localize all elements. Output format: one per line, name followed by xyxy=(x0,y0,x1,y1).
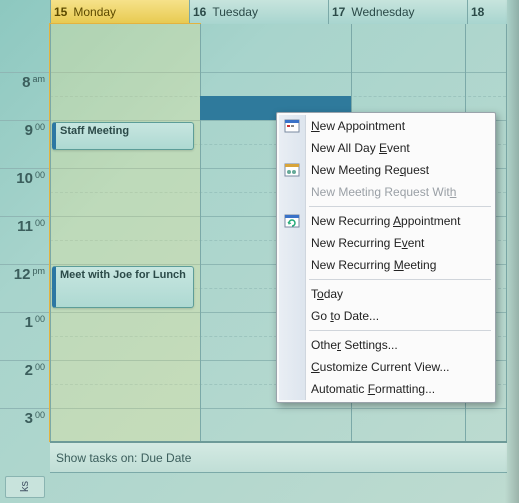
menu-new-appointment[interactable]: New Appointment xyxy=(279,115,493,137)
calendar-day-icon xyxy=(284,118,300,134)
menu-label: Customize Current View... xyxy=(311,360,450,374)
right-edge-shadow xyxy=(505,0,519,503)
hour-label: 12pm xyxy=(0,264,50,312)
hour-label: 8am xyxy=(0,72,50,120)
day-number: 16 xyxy=(193,5,212,19)
event-meet-joe-lunch[interactable]: Meet with Joe for Lunch xyxy=(52,266,194,308)
menu-automatic-formatting[interactable]: Automatic Formatting... xyxy=(279,378,493,400)
day-header-row: 15 Monday 16 Tuesday 17 Wednesday 18 xyxy=(50,0,507,24)
menu-label: New Meeting Request With xyxy=(311,185,456,199)
hour-label: 900 xyxy=(0,120,50,168)
menu-today[interactable]: Today xyxy=(279,283,493,305)
menu-separator xyxy=(309,330,491,331)
event-staff-meeting[interactable]: Staff Meeting xyxy=(52,122,194,150)
menu-new-recurring-meeting[interactable]: New Recurring Meeting xyxy=(279,254,493,276)
day-header-tuesday[interactable]: 16 Tuesday xyxy=(189,0,328,24)
day-number: 18 xyxy=(471,5,490,19)
day-number: 17 xyxy=(332,5,351,19)
hour-label: 1000 xyxy=(0,168,50,216)
day-name: Monday xyxy=(73,5,116,19)
tasks-vertical-tab[interactable]: ks xyxy=(5,476,45,498)
hour-label: 100 xyxy=(0,312,50,360)
menu-label: Go to Date... xyxy=(311,309,379,323)
menu-new-recurring-appointment[interactable]: New Recurring Appointment xyxy=(279,210,493,232)
menu-separator xyxy=(309,206,491,207)
menu-label: New Recurring Event xyxy=(311,236,424,250)
menu-label: New Recurring Meeting xyxy=(311,258,436,272)
hour-label: 1100 xyxy=(0,216,50,264)
menu-label: New Meeting Request xyxy=(311,163,429,177)
menu-label: Today xyxy=(311,287,343,301)
menu-separator xyxy=(309,279,491,280)
day-column-monday[interactable] xyxy=(50,24,200,441)
menu-label: New Recurring Appointment xyxy=(311,214,460,228)
menu-new-allday-event[interactable]: New All Day Event xyxy=(279,137,493,159)
menu-new-recurring-event[interactable]: New Recurring Event xyxy=(279,232,493,254)
calendar-recurring-icon xyxy=(284,213,300,229)
menu-go-to-date[interactable]: Go to Date... xyxy=(279,305,493,327)
tasks-bar-label: Show tasks on: Due Date xyxy=(56,451,191,465)
day-header-monday[interactable]: 15 Monday xyxy=(50,0,189,24)
calendar-meeting-icon xyxy=(284,162,300,178)
time-gutter: 8am 900 1000 1100 12pm 100 200 300 xyxy=(0,24,50,441)
day-name: Wednesday xyxy=(351,5,414,19)
context-menu: New Appointment New All Day Event New Me… xyxy=(276,112,496,403)
menu-new-meeting-request[interactable]: New Meeting Request xyxy=(279,159,493,181)
menu-label: New All Day Event xyxy=(311,141,410,155)
menu-label: Automatic Formatting... xyxy=(311,382,435,396)
day-header-thursday[interactable]: 18 xyxy=(467,0,507,24)
menu-customize-current-view[interactable]: Customize Current View... xyxy=(279,356,493,378)
tasks-bar[interactable]: Show tasks on: Due Date xyxy=(50,441,507,473)
menu-new-meeting-request-with: New Meeting Request With xyxy=(279,181,493,203)
day-number: 15 xyxy=(54,5,73,19)
menu-other-settings[interactable]: Other Settings... xyxy=(279,334,493,356)
day-name: Tuesday xyxy=(212,5,258,19)
menu-label: Other Settings... xyxy=(311,338,398,352)
hour-label: 200 xyxy=(0,360,50,408)
menu-label: New Appointment xyxy=(311,119,405,133)
day-header-wednesday[interactable]: 17 Wednesday xyxy=(328,0,467,24)
hour-label: 300 xyxy=(0,408,50,456)
